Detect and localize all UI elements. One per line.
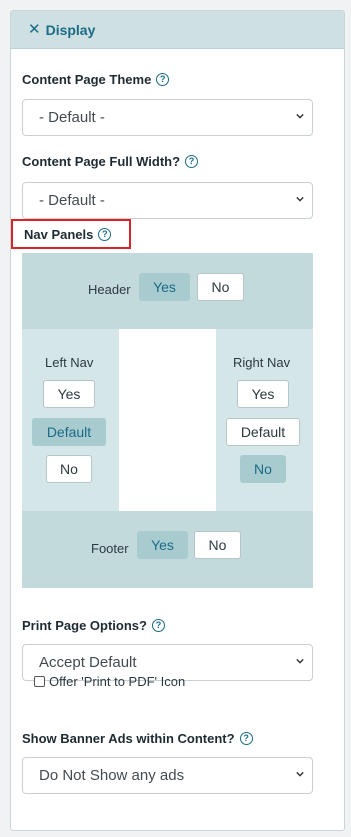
print-options-label: Print Page Options? ? — [22, 618, 165, 633]
footer-yes-button[interactable]: Yes — [137, 531, 188, 559]
nav-panels-layout: Header Yes No Left Nav Yes Default No Ri… — [22, 253, 313, 588]
help-icon[interactable]: ? — [151, 619, 165, 632]
content-theme-label-text: Content Page Theme — [22, 72, 152, 87]
right-nav-yes-button[interactable]: Yes — [237, 380, 289, 408]
right-nav-label: Right Nav — [233, 355, 291, 370]
close-icon[interactable]: ✕ — [28, 22, 41, 37]
help-icon[interactable]: ? — [239, 732, 253, 745]
footer-no-button[interactable]: No — [194, 531, 241, 559]
left-nav-default-button[interactable]: Default — [32, 418, 106, 446]
content-region — [119, 329, 216, 511]
full-width-label-text: Content Page Full Width? — [22, 154, 181, 169]
print-pdf-checkbox-row[interactable]: Offer 'Print to PDF' Icon — [34, 674, 185, 689]
help-icon[interactable]: ? — [185, 155, 199, 168]
panel-title: Display — [45, 21, 96, 38]
content-theme-label: Content Page Theme ? — [22, 72, 170, 87]
nav-panels-label-text: Nav Panels — [24, 226, 94, 242]
header-no-button[interactable]: No — [197, 273, 244, 301]
print-options-value: Accept Default — [39, 654, 137, 671]
print-pdf-checkbox-label[interactable]: Offer 'Print to PDF' Icon — [49, 674, 185, 689]
left-nav-label: Left Nav — [45, 355, 94, 370]
banner-ads-select[interactable]: Do Not Show any ads — [22, 757, 313, 794]
full-width-value: - Default - — [39, 192, 105, 209]
print-pdf-checkbox[interactable] — [34, 676, 45, 687]
left-nav-yes-button[interactable]: Yes — [43, 380, 95, 408]
print-options-label-text: Print Page Options? — [22, 618, 147, 633]
content-theme-select[interactable]: - Default - — [22, 99, 313, 136]
left-nav-no-button[interactable]: No — [46, 455, 92, 483]
left-nav-region: Left Nav Yes Default No — [22, 329, 119, 511]
right-nav-no-button[interactable]: No — [240, 455, 286, 483]
footer-label: Footer — [91, 541, 129, 556]
banner-ads-label: Show Banner Ads within Content? ? — [22, 731, 253, 746]
chevron-down-icon — [296, 658, 304, 664]
full-width-label: Content Page Full Width? ? — [22, 154, 199, 169]
nav-header-region: Header Yes No — [22, 253, 313, 329]
content-theme-value: - Default - — [39, 109, 105, 126]
right-nav-region: Right Nav Yes Default No — [216, 329, 313, 511]
header-yes-button[interactable]: Yes — [139, 273, 190, 301]
chevron-down-icon — [296, 196, 304, 202]
help-icon[interactable]: ? — [98, 227, 112, 241]
panel-header[interactable]: ✕ Display — [11, 11, 344, 49]
right-nav-default-button[interactable]: Default — [226, 418, 300, 446]
nav-footer-region: Footer Yes No — [22, 511, 313, 588]
chevron-down-icon — [296, 113, 304, 119]
header-label: Header — [88, 282, 131, 297]
banner-ads-label-text: Show Banner Ads within Content? — [22, 731, 235, 746]
chevron-down-icon — [296, 771, 304, 777]
banner-ads-value: Do Not Show any ads — [39, 767, 185, 784]
nav-panels-label: Nav Panels ? — [11, 219, 131, 249]
full-width-select[interactable]: - Default - — [22, 182, 313, 219]
help-icon[interactable]: ? — [156, 73, 170, 86]
